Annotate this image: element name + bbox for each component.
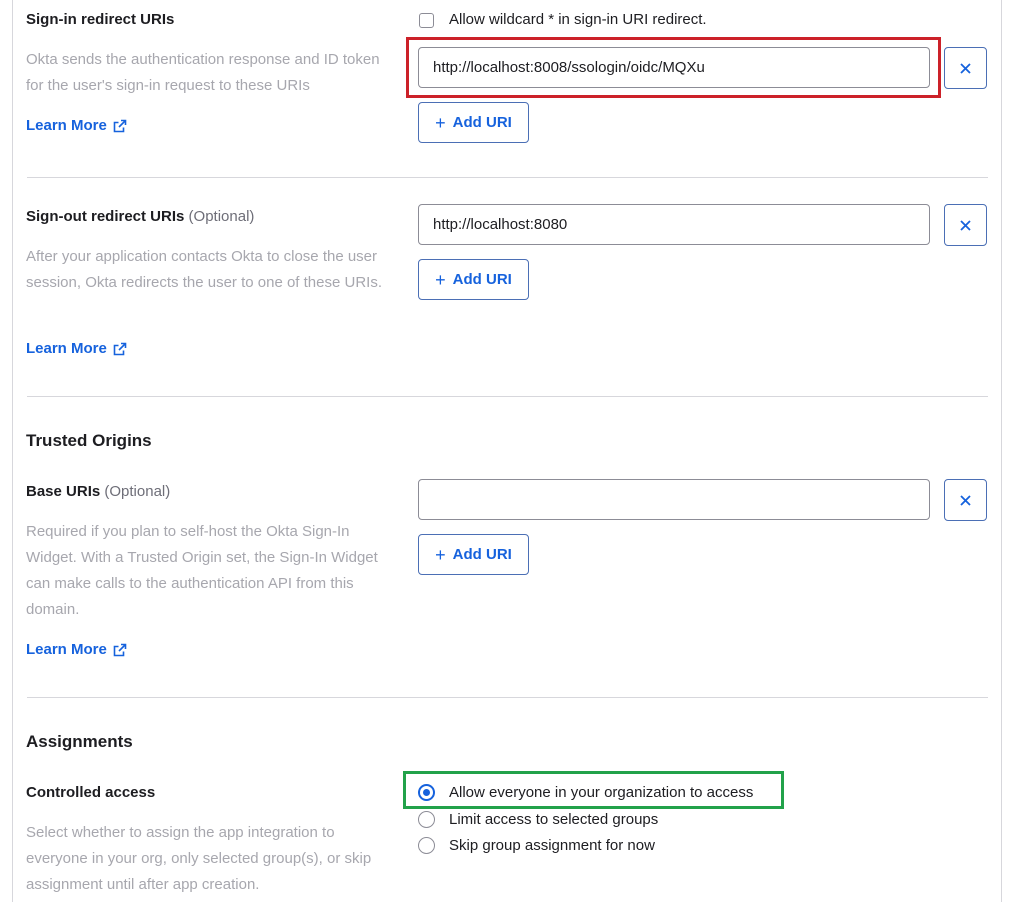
base-uri-add-label: Add URI bbox=[452, 546, 512, 563]
close-icon bbox=[960, 62, 971, 74]
plus-icon: + bbox=[435, 112, 446, 133]
signin-add-uri-label: Add URI bbox=[452, 114, 512, 131]
divider bbox=[27, 177, 988, 178]
signout-redirect-label: Sign-out redirect URIs (Optional) bbox=[26, 208, 254, 225]
base-uris-optional-tag: (Optional) bbox=[104, 483, 171, 500]
signout-description: After your application contacts Okta to … bbox=[26, 248, 383, 291]
radio-limit-groups[interactable] bbox=[418, 811, 435, 828]
radio-skip-assignment[interactable] bbox=[418, 837, 435, 854]
external-link-icon bbox=[113, 119, 127, 132]
base-uris-label: Base URIs (Optional) bbox=[26, 483, 170, 500]
base-uris-learn-more-label: Learn More bbox=[26, 641, 107, 658]
base-uris-learn-more-link[interactable]: Learn More bbox=[26, 641, 127, 658]
signout-redirect-label-text: Sign-out redirect URIs bbox=[26, 208, 185, 225]
external-link-icon bbox=[113, 342, 127, 355]
signin-add-uri-button[interactable]: + Add URI bbox=[418, 102, 529, 143]
base-uri-remove-button[interactable] bbox=[944, 479, 987, 521]
radio-skip-assignment-label: Skip group assignment for now bbox=[449, 837, 655, 854]
base-uris-label-text: Base URIs bbox=[26, 483, 101, 500]
external-link-icon bbox=[113, 643, 127, 656]
signout-optional-tag: (Optional) bbox=[188, 208, 255, 225]
base-uri-input[interactable] bbox=[418, 479, 930, 520]
signout-add-uri-label: Add URI bbox=[452, 271, 512, 288]
plus-icon: + bbox=[435, 544, 446, 565]
assignments-heading: Assignments bbox=[26, 732, 133, 751]
signout-add-uri-button[interactable]: + Add URI bbox=[418, 259, 529, 300]
signin-description: Okta sends the authentication response a… bbox=[26, 51, 380, 94]
trusted-origins-heading: Trusted Origins bbox=[26, 431, 152, 450]
wildcard-checkbox[interactable] bbox=[419, 13, 434, 28]
close-icon bbox=[960, 219, 971, 231]
radio-limit-groups-label: Limit access to selected groups bbox=[449, 811, 659, 828]
plus-icon: + bbox=[435, 269, 446, 290]
signin-remove-uri-button[interactable] bbox=[944, 47, 987, 89]
wildcard-label: Allow wildcard * in sign-in URI redirect… bbox=[449, 11, 707, 28]
close-icon bbox=[960, 494, 971, 506]
signin-learn-more-link[interactable]: Learn More bbox=[26, 117, 127, 134]
signout-learn-more-link[interactable]: Learn More bbox=[26, 340, 127, 357]
signout-remove-uri-button[interactable] bbox=[944, 204, 987, 246]
controlled-access-description: Select whether to assign the app integra… bbox=[26, 824, 372, 893]
controlled-access-label: Controlled access bbox=[26, 784, 156, 801]
divider bbox=[27, 697, 988, 698]
signout-uri-input[interactable] bbox=[418, 204, 930, 245]
signout-learn-more-label: Learn More bbox=[26, 340, 107, 357]
base-uri-add-button[interactable]: + Add URI bbox=[418, 534, 529, 575]
signin-uri-highlight bbox=[406, 37, 941, 98]
base-uris-description: Required if you plan to self-host the Ok… bbox=[26, 523, 378, 618]
application-settings-panel: Sign-in redirect URIs Allow wildcard * i… bbox=[12, 0, 1002, 902]
radio-allow-everyone[interactable] bbox=[418, 784, 435, 801]
signin-redirect-label: Sign-in redirect URIs bbox=[26, 11, 175, 28]
divider bbox=[27, 396, 988, 397]
signin-learn-more-label: Learn More bbox=[26, 117, 107, 134]
radio-allow-everyone-label: Allow everyone in your organization to a… bbox=[449, 784, 754, 801]
